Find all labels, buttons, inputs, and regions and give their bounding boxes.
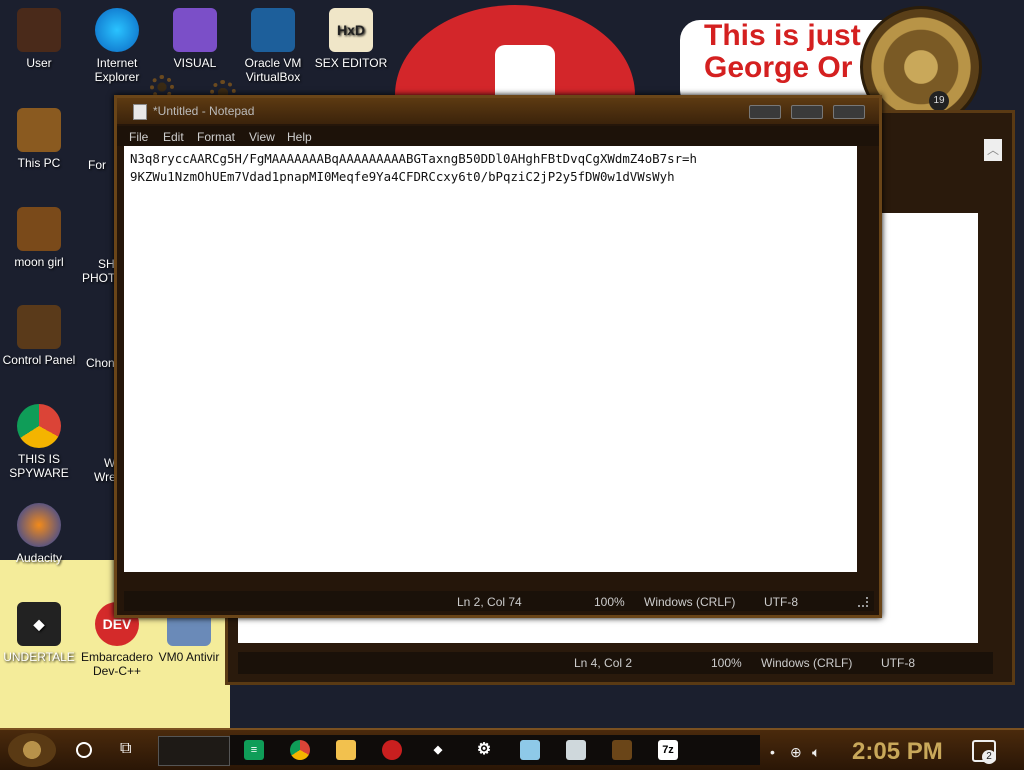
system-tray: • ⊕ 🔈︎ 2:05 PM 2: [770, 734, 1020, 766]
menu-bar: File Edit Format View Help: [117, 126, 879, 146]
status-bar: Ln 2, Col 74 100% Windows (CRLF) UTF-8: [124, 591, 874, 611]
window-icon[interactable]: [558, 735, 594, 765]
clock-number: 19: [929, 91, 949, 111]
settings-icon[interactable]: ⚙: [466, 735, 502, 765]
close-button[interactable]: [833, 105, 865, 119]
desktop-icon-label: THIS IS SPYWARE: [9, 452, 69, 480]
minimize-button[interactable]: [749, 105, 781, 119]
scroll-up-button[interactable]: ︿: [984, 139, 1002, 161]
cortana-icon[interactable]: [76, 742, 92, 758]
virtualbox-icon: [251, 8, 295, 52]
taskbar-clock[interactable]: 2:05 PM: [852, 738, 943, 766]
status-encoding: UTF-8: [881, 656, 915, 670]
status-zoom: 100%: [594, 595, 625, 609]
hex-editor-icon: HxD: [329, 8, 373, 52]
7zip-icon[interactable]: 7z: [650, 735, 686, 765]
background-status-bar: Ln 4, Col 2 100% Windows (CRLF) UTF-8: [238, 652, 993, 674]
menu-format[interactable]: Format: [197, 130, 235, 144]
google-sheets-icon[interactable]: ≡: [236, 735, 272, 765]
status-position: Ln 4, Col 2: [574, 656, 633, 670]
desktop-icon-visual[interactable]: VISUAL: [156, 8, 234, 70]
desktop-icon-control-panel[interactable]: Control Panel: [0, 305, 78, 367]
desktop-icon-label: User: [26, 56, 52, 70]
desktop-icon-label: VM0 Antivir: [158, 650, 220, 664]
steampunk-app-icon[interactable]: [604, 735, 640, 765]
status-position: Ln 2, Col 74: [457, 595, 522, 609]
maximize-button[interactable]: [791, 105, 823, 119]
computer-icon: [17, 108, 61, 152]
text-line: 9KZWu1NzmOhUEm7Vdad1pnapMI0Meqfe9Ya4CFDR…: [130, 169, 675, 184]
red-app-icon[interactable]: [374, 735, 410, 765]
desktop-icon-this-pc[interactable]: This PC: [0, 108, 78, 170]
desktop-icon-label: Embarcadero Dev-C++: [80, 650, 154, 678]
menu-edit[interactable]: Edit: [163, 130, 184, 144]
menu-view[interactable]: View: [249, 130, 275, 144]
folder-icon: [17, 207, 61, 251]
tray-overflow-icon[interactable]: •: [770, 744, 775, 760]
chrome-icon: [17, 404, 61, 448]
window-title: *Untitled - Notepad: [153, 104, 255, 118]
desktop-icon-label: Control Panel: [2, 353, 76, 367]
chrome-icon[interactable]: [282, 735, 318, 765]
title-bar[interactable]: *Untitled - Notepad: [117, 98, 879, 124]
menu-help[interactable]: Help: [287, 130, 312, 144]
status-line-ending: Windows (CRLF): [761, 656, 853, 670]
volume-icon[interactable]: 🔈︎: [812, 744, 820, 761]
notepad-window[interactable]: *Untitled - Notepad File Edit Format Vie…: [114, 95, 882, 618]
text-editor-area[interactable]: N3q8ryccAARCg5H/FgMAAAAAAABqAAAAAAAAABGT…: [124, 146, 857, 572]
notepad-icon[interactable]: [512, 735, 548, 765]
menu-file[interactable]: File: [129, 130, 148, 144]
user-icon: [17, 8, 61, 52]
start-button[interactable]: [8, 733, 56, 767]
desktop-icon-label: Oracle VM VirtualBox: [244, 56, 302, 84]
desktop-icon-chrome[interactable]: THIS IS SPYWARE: [0, 404, 78, 480]
notification-count-badge: 2: [982, 750, 996, 764]
window-controls: [749, 105, 865, 119]
taskbar: ⧉ ≡ ◆ ⚙ 7z • ⊕ 🔈︎ 2:05 PM 2: [0, 728, 1024, 770]
desktop-icon-hex-editor[interactable]: HxD SEX EDITOR: [312, 8, 390, 70]
desktop-icon-internet-explorer[interactable]: Internet Explorer: [78, 8, 156, 84]
desktop-icon-label: Internet Explorer: [94, 56, 140, 84]
status-encoding: UTF-8: [764, 595, 798, 609]
pinned-apps: ≡ ◆ ⚙ 7z: [230, 735, 760, 765]
status-zoom: 100%: [711, 656, 742, 670]
desktop-icon-user[interactable]: User: [0, 8, 78, 70]
desktop-icon-virtualbox[interactable]: Oracle VM VirtualBox: [234, 8, 312, 84]
desktop-icon-label: This PC: [17, 156, 61, 170]
resize-grip[interactable]: [858, 597, 868, 607]
lightbulb-icon: [17, 305, 61, 349]
text-line: N3q8ryccAARCg5H/FgMAAAAAAABqAAAAAAAAABGT…: [130, 151, 697, 166]
network-icon[interactable]: ⊕: [790, 744, 802, 761]
notepad-icon: [133, 104, 147, 120]
visual-studio-icon: [173, 8, 217, 52]
desktop-icon-label: Audacity: [15, 551, 63, 565]
desktop-icon-label: VISUAL: [173, 56, 217, 70]
task-view-icon[interactable]: ⧉: [120, 740, 131, 758]
desktop-icon-moon-girl[interactable]: moon girl: [0, 207, 78, 269]
desktop-icon-label: moon girl: [14, 255, 64, 269]
search-box[interactable]: [158, 736, 230, 766]
desktop-icon-label: SEX EDITOR: [314, 56, 388, 70]
audacity-icon: [17, 503, 61, 547]
desktop-icon-label: UNDERTALE: [3, 650, 75, 664]
desktop-icon-audacity[interactable]: Audacity: [0, 503, 78, 565]
unity-icon[interactable]: ◆: [420, 735, 456, 765]
edge-icon: [95, 8, 139, 52]
status-line-ending: Windows (CRLF): [644, 595, 736, 609]
file-explorer-icon[interactable]: [328, 735, 364, 765]
desktop-icon-undertale[interactable]: ◆ UNDERTALE: [0, 602, 78, 664]
unity-icon: ◆: [17, 602, 61, 646]
